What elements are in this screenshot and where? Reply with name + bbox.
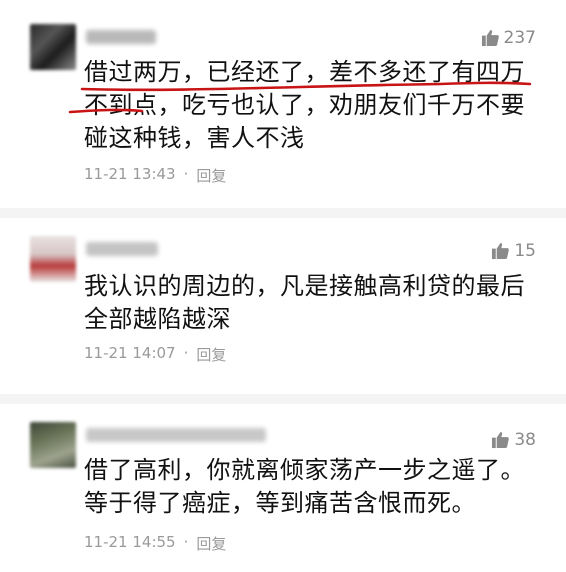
username-blurred[interactable] <box>86 242 158 256</box>
avatar[interactable] <box>30 24 76 70</box>
like-count: 15 <box>514 241 536 261</box>
meta-separator: · <box>183 165 189 183</box>
thumb-up-icon <box>481 29 499 47</box>
avatar[interactable] <box>30 236 76 282</box>
meta-separator: · <box>183 344 189 362</box>
comment-text: 借了高利，你就离倾家荡产一步之遥了。等于得了癌症，等到痛苦含恨而死。 <box>84 456 525 517</box>
comment-meta: 11-21 14:07 · 回复 <box>84 344 226 365</box>
reply-button[interactable]: 回复 <box>196 344 226 365</box>
reply-button[interactable]: 回复 <box>196 165 226 186</box>
thumb-up-icon <box>492 242 510 260</box>
like-count: 38 <box>514 430 536 450</box>
timestamp: 11-21 14:55 <box>84 533 176 551</box>
divider <box>0 394 566 404</box>
meta-separator: · <box>183 533 189 551</box>
like-button[interactable]: 15 <box>491 241 536 261</box>
comment-item: 15 我认识的周边的，凡是接触高利贷的最后全部越陷越深 11-21 14:07 … <box>0 218 566 394</box>
comment-meta: 11-21 14:55 · 回复 <box>84 533 226 554</box>
thumb-up-icon <box>492 431 510 449</box>
like-button[interactable]: 38 <box>491 430 536 450</box>
like-button[interactable]: 237 <box>481 28 536 48</box>
divider <box>0 208 566 218</box>
timestamp: 11-21 14:07 <box>84 344 176 362</box>
comment-meta: 11-21 13:43 · 回复 <box>84 165 226 186</box>
reply-button[interactable]: 回复 <box>196 533 226 554</box>
username-blurred[interactable] <box>86 30 156 44</box>
timestamp: 11-21 13:43 <box>84 165 176 183</box>
comment-item: 38 借了高利，你就离倾家荡产一步之遥了。等于得了癌症，等到痛苦含恨而死。 11… <box>0 404 566 572</box>
like-count: 237 <box>503 28 536 48</box>
avatar[interactable] <box>30 422 76 468</box>
comment-text: 借过两万，已经还了，差不多还了有四万不到点，吃亏也认了，劝朋友们千万不要碰这种钱… <box>84 58 525 152</box>
comment-text: 我认识的周边的，凡是接触高利贷的最后全部越陷越深 <box>84 272 525 333</box>
username-blurred[interactable] <box>86 428 266 442</box>
comment-item: 237 借过两万，已经还了，差不多还了有四万不到点，吃亏也认了，劝朋友们千万不要… <box>0 0 566 208</box>
comment-list: 237 借过两万，已经还了，差不多还了有四万不到点，吃亏也认了，劝朋友们千万不要… <box>0 0 566 572</box>
